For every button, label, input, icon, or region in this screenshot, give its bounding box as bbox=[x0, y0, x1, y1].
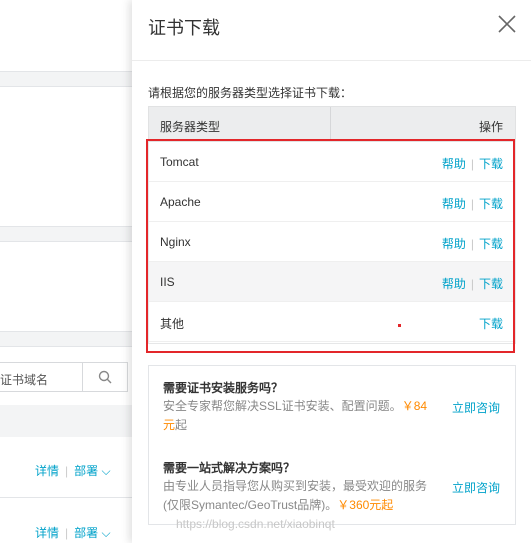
server-name: IIS bbox=[160, 275, 175, 289]
download-link[interactable]: 下载 bbox=[479, 237, 503, 251]
detail-link[interactable]: 详情 bbox=[35, 526, 59, 540]
separator: | bbox=[470, 157, 474, 171]
separator: | bbox=[470, 197, 474, 211]
background-row-actions: 详情 | 部署 ⌵ bbox=[35, 524, 111, 541]
separator: | bbox=[65, 526, 69, 540]
close-icon bbox=[498, 15, 516, 33]
row-actions: 下载 bbox=[479, 315, 503, 332]
separator: | bbox=[65, 464, 69, 478]
server-table-body: Tomcat 帮助 | 下载 Apache 帮助 | 下载 Nginx 帮助 | 下载 II… bbox=[148, 142, 516, 344]
download-link[interactable]: 下载 bbox=[479, 157, 503, 171]
server-name: Tomcat bbox=[160, 155, 199, 169]
download-link[interactable]: 下载 bbox=[479, 197, 503, 211]
divider bbox=[132, 60, 531, 61]
solution-desc: 由专业人员指导您从购买到安装，最受欢迎的服务(仅限Symantec/GeoTru… bbox=[163, 477, 433, 515]
server-name: 其他 bbox=[160, 317, 185, 331]
watermark: https://blog.csdn.net/xiaobinqt bbox=[176, 517, 335, 531]
detail-link[interactable]: 详情 bbox=[35, 464, 59, 478]
search-icon bbox=[98, 370, 112, 384]
separator: | bbox=[470, 237, 474, 251]
download-link[interactable]: 下载 bbox=[479, 317, 503, 331]
search-button[interactable] bbox=[82, 362, 128, 392]
instruction-text: 请根据您的服务器类型选择证书下载： bbox=[148, 86, 353, 100]
background-band bbox=[0, 72, 140, 86]
divider bbox=[0, 241, 140, 242]
table-row: 其他 下载 bbox=[149, 302, 515, 342]
row-actions: 帮助 | 下载 bbox=[442, 275, 503, 292]
table-row: Apache 帮助 | 下载 bbox=[149, 182, 515, 222]
column-divider bbox=[330, 107, 331, 141]
divider bbox=[0, 86, 140, 87]
server-name: Apache bbox=[160, 195, 201, 209]
divider bbox=[0, 497, 140, 498]
help-link[interactable]: 帮助 bbox=[442, 237, 466, 251]
divider bbox=[0, 346, 140, 347]
column-header-server-type: 服务器类型 bbox=[160, 120, 221, 134]
server-table-header: 服务器类型 操作 bbox=[148, 106, 516, 142]
row-actions: 帮助 | 下载 bbox=[442, 195, 503, 212]
highlight-dot bbox=[398, 324, 401, 327]
table-row: IIS 帮助 | 下载 bbox=[149, 262, 515, 302]
deploy-link[interactable]: 部署 bbox=[74, 526, 98, 540]
close-button[interactable] bbox=[497, 14, 517, 34]
background-page: 证书域名 详情 | 部署 ⌵ 详情 | 部署 ⌵ bbox=[0, 0, 140, 543]
help-link[interactable]: 帮助 bbox=[442, 157, 466, 171]
certificate-download-drawer: 证书下载 请根据您的服务器类型选择证书下载： 服务器类型 操作 Tomcat 帮… bbox=[132, 0, 531, 543]
table-row: Tomcat 帮助 | 下载 bbox=[149, 142, 515, 182]
separator: | bbox=[470, 277, 474, 291]
service-info-box: 需要证书安装服务吗？ 安全专家帮您解决SSL证书安装、配置问题。￥84元起 立即… bbox=[148, 365, 516, 525]
help-link[interactable]: 帮助 bbox=[442, 277, 466, 291]
deploy-link[interactable]: 部署 bbox=[74, 464, 98, 478]
install-service-desc-tail: 起 bbox=[175, 418, 188, 432]
install-service-title: 需要证书安装服务吗？ bbox=[163, 381, 284, 395]
drawer-title: 证书下载 bbox=[148, 18, 220, 38]
server-name: Nginx bbox=[160, 235, 191, 249]
background-band bbox=[0, 227, 140, 241]
chevron-down-icon[interactable]: ⌵ bbox=[102, 526, 111, 540]
solution-title: 需要一站式解决方案吗？ bbox=[163, 461, 296, 475]
solution-consult-link[interactable]: 立即咨询 bbox=[452, 479, 500, 496]
background-band bbox=[0, 332, 140, 346]
background-row-actions: 详情 | 部署 ⌵ bbox=[35, 462, 111, 479]
table-row: Nginx 帮助 | 下载 bbox=[149, 222, 515, 262]
column-header-operation: 操作 bbox=[478, 120, 503, 134]
row-actions: 帮助 | 下载 bbox=[442, 235, 503, 252]
search-placeholder: 证书域名 bbox=[0, 373, 49, 387]
solution-price: ￥360元起 bbox=[337, 498, 394, 512]
help-link[interactable]: 帮助 bbox=[442, 197, 466, 211]
install-service-desc-text: 安全专家帮您解决SSL证书安装、配置问题。 bbox=[163, 399, 402, 413]
install-consult-link[interactable]: 立即咨询 bbox=[452, 399, 500, 416]
install-service-desc: 安全专家帮您解决SSL证书安装、配置问题。￥84元起 bbox=[163, 397, 433, 435]
download-link[interactable]: 下载 bbox=[479, 277, 503, 291]
row-actions: 帮助 | 下载 bbox=[442, 155, 503, 172]
domain-search-input[interactable]: 证书域名 bbox=[0, 362, 82, 392]
background-table-header bbox=[0, 405, 140, 437]
chevron-down-icon[interactable]: ⌵ bbox=[102, 464, 111, 478]
